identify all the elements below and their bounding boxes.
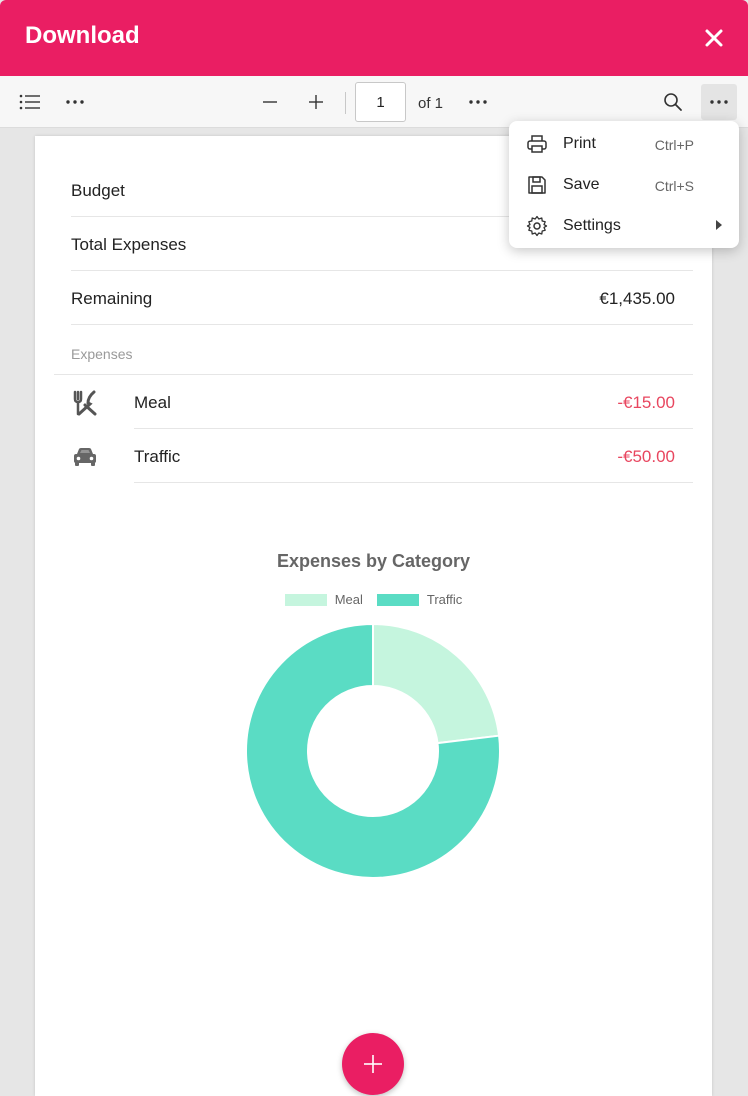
expense-label: Traffic bbox=[134, 447, 181, 466]
more-icon bbox=[710, 100, 728, 104]
summary-label: Budget bbox=[71, 181, 125, 200]
outline-button[interactable] bbox=[12, 84, 48, 120]
minus-icon bbox=[263, 101, 277, 103]
legend-label: Traffic bbox=[426, 592, 463, 607]
menu-item-save[interactable]: Save Ctrl+S bbox=[509, 164, 739, 205]
close-icon bbox=[705, 29, 723, 47]
menu-item-print[interactable]: Print Ctrl+P bbox=[509, 123, 739, 164]
header-bar: Download bbox=[0, 0, 748, 76]
options-menu: Print Ctrl+P Save Ctrl+S Settings bbox=[509, 121, 739, 248]
legend-swatch bbox=[284, 593, 327, 606]
expense-item-traffic[interactable]: Traffic -€50.00 bbox=[35, 429, 712, 483]
dialog-title: Download bbox=[25, 22, 140, 49]
more-icon bbox=[66, 100, 84, 104]
expense-amount: -€50.00 bbox=[617, 447, 675, 466]
list-icon bbox=[19, 94, 40, 110]
divider bbox=[134, 482, 693, 483]
donut-chart bbox=[245, 622, 501, 879]
expense-amount: -€15.00 bbox=[617, 393, 675, 412]
search-icon bbox=[664, 93, 682, 111]
add-expense-button[interactable] bbox=[342, 1033, 404, 1095]
fork-knife-icon bbox=[73, 390, 97, 416]
page-count-label: of 1 bbox=[418, 95, 444, 112]
expenses-section-label: Expenses bbox=[71, 346, 133, 362]
toolbar-divider bbox=[345, 92, 346, 114]
more-center-button[interactable] bbox=[460, 84, 496, 120]
gear-icon bbox=[526, 215, 548, 237]
zoom-in-button[interactable] bbox=[298, 84, 334, 120]
donut-slice-meal[interactable] bbox=[372, 622, 501, 745]
summary-value: €1,435.00 bbox=[599, 289, 675, 308]
close-button[interactable] bbox=[700, 24, 728, 52]
legend-swatch bbox=[376, 593, 419, 606]
menu-label: Save bbox=[563, 176, 600, 193]
plus-icon bbox=[364, 1055, 382, 1073]
chart-legend: Meal Traffic bbox=[35, 592, 712, 607]
zoom-out-button[interactable] bbox=[252, 84, 288, 120]
document-page: Budget Total Expenses Remaining €1,435.0… bbox=[35, 136, 712, 1096]
summary-label: Remaining bbox=[71, 289, 153, 308]
menu-label: Settings bbox=[563, 217, 621, 234]
menu-shortcut: Ctrl+P bbox=[654, 137, 694, 153]
legend-item-traffic[interactable]: Traffic bbox=[376, 592, 463, 607]
menu-label: Print bbox=[563, 135, 596, 152]
printer-icon bbox=[527, 135, 547, 153]
more-icon bbox=[469, 100, 487, 104]
more-options-button[interactable] bbox=[701, 84, 737, 120]
menu-shortcut: Ctrl+S bbox=[654, 178, 694, 194]
expense-label: Meal bbox=[134, 393, 171, 412]
chevron-right-icon bbox=[716, 220, 722, 230]
legend-item-meal[interactable]: Meal bbox=[284, 592, 363, 607]
search-button[interactable] bbox=[655, 84, 691, 120]
expense-item-meal[interactable]: Meal -€15.00 bbox=[35, 375, 712, 429]
summary-label: Total Expenses bbox=[71, 235, 187, 254]
chart-title: Expenses by Category bbox=[276, 551, 471, 571]
plus-icon bbox=[309, 95, 323, 109]
menu-item-settings[interactable]: Settings bbox=[509, 205, 739, 246]
page-number-input[interactable] bbox=[355, 82, 406, 122]
more-left-button[interactable] bbox=[57, 84, 93, 120]
summary-row-remaining: Remaining €1,435.00 bbox=[71, 271, 693, 325]
save-icon bbox=[528, 176, 546, 194]
car-icon bbox=[74, 448, 96, 466]
legend-label: Meal bbox=[334, 592, 363, 607]
